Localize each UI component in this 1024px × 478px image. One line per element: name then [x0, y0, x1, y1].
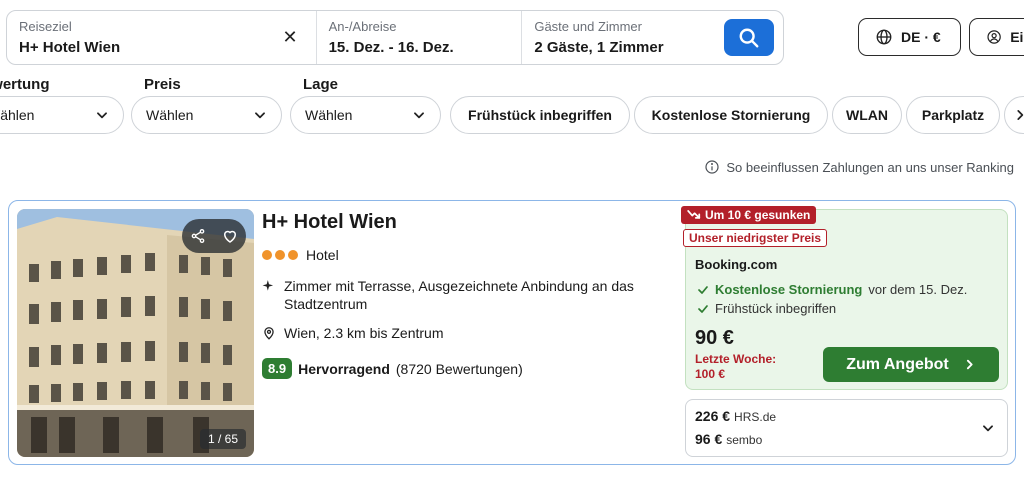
star-rating [262, 250, 298, 260]
offer-provider: Booking.com [695, 257, 778, 272]
hotel-type-row: Hotel [262, 247, 339, 263]
ranking-info-link[interactable]: So beeinflussen Zahlungen an uns unser R… [704, 159, 1014, 175]
perk-breakfast: Frühstück inbegriffen [697, 301, 836, 316]
alt-offer-price: 226 € [695, 408, 731, 424]
hotel-photo[interactable]: 1 / 65 [17, 209, 254, 457]
hotel-rating-row[interactable]: 8.9 Hervorragend (8720 Bewertungen) [262, 358, 523, 379]
hotel-features: Zimmer mit Terrasse, Ausgezeichnete Anbi… [284, 278, 634, 312]
sparkle-icon [262, 280, 274, 291]
share-icon[interactable] [190, 228, 206, 244]
destination-value[interactable]: H+ Hotel Wien [19, 39, 304, 57]
alt-offer-row[interactable]: 226 € HRS.de [695, 408, 776, 424]
location-filter-dropdown[interactable]: Wählen [290, 96, 441, 134]
dates-label: An-/Abreise [328, 19, 397, 34]
check-icon [698, 285, 708, 294]
hotel-type: Hotel [306, 247, 339, 263]
alt-offer-price: 96 € [695, 431, 723, 447]
search-bar: Reiseziel H+ Hotel Wien ✕ An-/Abreise 15… [6, 10, 784, 65]
chevron-down-icon [255, 112, 265, 119]
language-currency-button[interactable]: DE · € [858, 18, 961, 56]
price-drop-text: Um 10 € gesunken [705, 208, 811, 222]
last-week-value: 100 € [695, 367, 726, 381]
rating-filter-label: Bewertung [0, 76, 50, 93]
location-filter-label: Lage [303, 76, 339, 93]
perk-free-cancellation: Kostenlose Stornierung vor dem 15. Dez. [697, 282, 967, 297]
search-icon [739, 28, 759, 47]
last-week-price: Letzte Woche: 100 € [695, 352, 805, 382]
search-button[interactable] [724, 19, 774, 56]
user-icon [987, 30, 1001, 44]
hotel-features-row: Zimmer mit Terrasse, Ausgezeichnete Anbi… [262, 277, 682, 313]
rating-filter-dropdown[interactable]: Wählen [0, 96, 124, 134]
chevron-down-icon [414, 112, 424, 119]
chips-scroll-right-button[interactable] [1004, 96, 1024, 134]
globe-icon [876, 29, 892, 45]
rating-filter-value: Wählen [0, 107, 35, 123]
chevron-down-icon [97, 112, 107, 119]
destination-field[interactable]: Reiseziel H+ Hotel Wien ✕ [7, 11, 316, 64]
review-count: (8720 Bewertungen) [395, 360, 523, 377]
heart-icon[interactable] [221, 227, 239, 245]
alt-offer-provider: sembo [726, 433, 763, 447]
language-currency-label: DE · € [901, 29, 941, 45]
chip-free-cancellation[interactable]: Kostenlose Stornierung [634, 96, 828, 134]
photo-counter: 1 / 65 [199, 429, 246, 449]
alternative-offers[interactable]: 226 € HRS.de 96 € sembo [685, 399, 1008, 457]
star-dot-icon [262, 250, 272, 260]
rating-word: Hervorragend [298, 360, 390, 377]
chip-wifi[interactable]: WLAN [832, 96, 902, 134]
clear-destination-icon[interactable]: ✕ [283, 27, 298, 48]
perk-free-cancellation-bold: Kostenlose Stornierung [715, 282, 863, 297]
last-week-label: Letzte Woche: [695, 352, 777, 366]
price-filter-value: Wählen [146, 107, 194, 123]
chevron-down-icon[interactable] [981, 421, 995, 435]
star-dot-icon [288, 250, 298, 260]
ranking-info-text: So beeinflussen Zahlungen an uns unser R… [726, 159, 1014, 175]
destination-label: Reiseziel [19, 19, 72, 34]
price-filter-dropdown[interactable]: Wählen [131, 96, 282, 134]
price-filter-label: Preis [144, 76, 181, 93]
login-label: Ein [1010, 29, 1024, 45]
view-deal-label: Zum Angebot [846, 355, 949, 373]
dates-value[interactable]: 15. Dez. - 16. Dez. [329, 39, 510, 57]
hotel-location-row: Wien, 2.3 km bis Zentrum [262, 325, 444, 341]
location-pin-icon [264, 327, 274, 340]
check-icon [698, 304, 708, 313]
perk-breakfast-text: Frühstück inbegriffen [715, 301, 837, 316]
trend-down-icon [687, 210, 701, 219]
price-drop-badge: Um 10 € gesunken [681, 206, 817, 224]
rating-score-badge: 8.9 [262, 358, 293, 379]
photo-actions [182, 219, 246, 253]
chevron-right-icon [966, 359, 973, 370]
login-button[interactable]: Ein [969, 18, 1024, 56]
star-dot-icon [275, 250, 285, 260]
view-deal-button[interactable]: Zum Angebot [823, 347, 999, 382]
dates-field[interactable]: An-/Abreise 15. Dez. - 16. Dez. [315, 11, 522, 64]
hotel-location: Wien, 2.3 km bis Zentrum [284, 325, 444, 341]
guests-field[interactable]: Gäste und Zimmer 2 Gäste, 1 Zimmer [521, 11, 783, 64]
alt-offer-row[interactable]: 96 € sembo [695, 431, 762, 447]
chip-breakfast[interactable]: Frühstück inbegriffen [450, 96, 630, 134]
location-filter-value: Wählen [305, 107, 353, 123]
info-icon [705, 160, 719, 174]
lowest-price-badge: Unser niedrigster Preis [683, 229, 828, 247]
offer-price: 90 € [695, 327, 734, 349]
hotel-name[interactable]: H+ Hotel Wien [262, 211, 397, 234]
chip-parking[interactable]: Parkplatz [906, 96, 1000, 134]
perk-free-cancellation-rest: vor dem 15. Dez. [868, 282, 968, 297]
hotel-result-card[interactable]: 1 / 65 H+ Hotel Wien Hotel Zimmer mit Te… [8, 200, 1016, 465]
chevron-right-icon [1017, 110, 1024, 120]
alt-offer-provider: HRS.de [734, 410, 777, 424]
